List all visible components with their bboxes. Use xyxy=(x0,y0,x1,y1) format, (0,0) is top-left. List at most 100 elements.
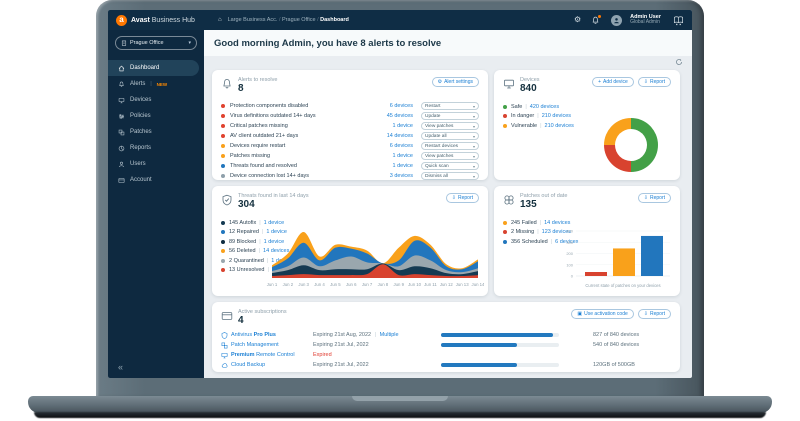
gear-icon: ⚙ xyxy=(438,80,442,85)
alert-devices-link[interactable]: 1 device xyxy=(393,123,414,129)
legend-separator: | xyxy=(259,248,260,254)
alert-action-label: Dismiss all xyxy=(425,174,448,179)
svg-text:Jun 1: Jun 1 xyxy=(267,282,278,287)
alert-devices-link[interactable]: 14 devices xyxy=(387,133,413,139)
subscription-row: Patch ManagementExpiring 21st Jul, 20225… xyxy=(221,340,671,350)
badge-separator: | xyxy=(150,81,151,87)
severity-icon xyxy=(221,134,225,138)
alert-devices-link[interactable]: 45 devices xyxy=(387,113,413,119)
alert-devices-link[interactable]: 6 devices xyxy=(390,103,413,109)
sidebar-item-label: Devices xyxy=(130,97,151,103)
alert-action-dropdown[interactable]: Restart▾ xyxy=(421,102,479,110)
alert-row: Patches missing1 deviceView patches▾ xyxy=(221,151,479,161)
subscription-progress-bar xyxy=(441,333,559,337)
use-activation-code-button[interactable]: ▣Use activation code xyxy=(571,309,633,319)
chevron-down-icon: ▾ xyxy=(188,40,191,46)
alert-label: Protection components disabled xyxy=(230,103,390,109)
alert-devices-link[interactable]: 3 devices xyxy=(390,173,413,179)
breadcrumb-item[interactable]: Dashboard xyxy=(320,17,349,23)
legend-label: 2 Quarantined xyxy=(229,258,264,264)
sidebar-item-dashboard[interactable]: Dashboard xyxy=(108,60,199,76)
building-icon xyxy=(121,40,127,46)
sidebar-item-users[interactable]: Users xyxy=(108,156,199,172)
notifications-bell-icon[interactable] xyxy=(591,16,600,25)
report-button[interactable]: ⇩Report xyxy=(638,77,671,87)
home-icon[interactable]: ⌂ xyxy=(218,17,222,23)
alert-devices-link[interactable]: 1 device xyxy=(393,163,414,169)
sidebar-item-reports[interactable]: Reports xyxy=(108,140,199,156)
collapse-sidebar-button[interactable]: « xyxy=(118,362,123,372)
legend-dot xyxy=(221,240,225,244)
sidebar-item-label: Dashboard xyxy=(130,65,159,71)
alert-label: Critical patches missing xyxy=(230,123,393,129)
subscription-progress-bar xyxy=(441,343,559,347)
org-selector[interactable]: Prague Office ▾ xyxy=(115,36,197,50)
svg-text:100: 100 xyxy=(566,262,573,267)
org-label: Prague Office xyxy=(130,40,164,46)
subscription-name-link[interactable]: Antivirus Pro Plus xyxy=(231,332,313,338)
notification-badge xyxy=(598,15,602,19)
subscription-card-icon xyxy=(221,310,233,322)
avast-logo-icon: a xyxy=(116,15,127,26)
legend-value-link[interactable]: 210 devices xyxy=(545,123,574,129)
alert-action-dropdown[interactable]: Quick scan▾ xyxy=(421,162,479,170)
user-role: Global Admin xyxy=(630,20,661,26)
legend-value-link[interactable]: 1 device xyxy=(264,220,285,226)
alert-action-dropdown[interactable]: Update▾ xyxy=(421,112,479,120)
sidebar-item-label: Account xyxy=(130,177,152,183)
alert-devices-link[interactable]: 6 devices xyxy=(390,143,413,149)
laptop-base-notch xyxy=(352,396,448,401)
subscription-name-link[interactable]: Cloud Backup xyxy=(231,362,313,368)
legend-separator: | xyxy=(259,220,260,226)
report-button[interactable]: ⇩Report xyxy=(638,309,671,319)
knowledge-base-icon[interactable] xyxy=(673,15,684,26)
alert-action-label: View patches xyxy=(425,124,453,129)
report-button[interactable]: ⇩Report xyxy=(446,193,479,203)
alert-action-dropdown[interactable]: View patches▾ xyxy=(421,152,479,160)
legend-dot xyxy=(503,221,507,225)
gear-icon[interactable]: ⚙ xyxy=(574,16,581,24)
alert-action-dropdown[interactable]: Dismiss all▾ xyxy=(421,172,479,180)
legend-separator: | xyxy=(540,123,541,129)
legend-value-link[interactable]: 420 devices xyxy=(530,104,559,110)
sidebar-item-devices[interactable]: Devices xyxy=(108,92,199,108)
user-menu[interactable]: Admin User Global Admin xyxy=(630,14,661,26)
policies-icon xyxy=(118,113,125,120)
sidebar-item-label: Patches xyxy=(130,129,152,135)
svg-text:Jun 8: Jun 8 xyxy=(378,282,389,287)
svg-text:Jun 13: Jun 13 xyxy=(456,282,470,287)
subscription-row: Premium Remote ControlExpired xyxy=(221,350,671,360)
breadcrumb-item[interactable]: Prague Office xyxy=(282,17,316,23)
patches-icon xyxy=(118,129,125,136)
chevron-down-icon: ▾ xyxy=(473,124,475,129)
sidebar-item-account[interactable]: Account xyxy=(108,172,199,188)
multiple-link[interactable]: Multiple xyxy=(380,332,399,338)
legend-value-link[interactable]: 210 devices xyxy=(542,113,571,119)
subscription-name-link[interactable]: Patch Management xyxy=(231,342,313,348)
alerts-icon xyxy=(118,81,125,88)
report-button[interactable]: ⇩Report xyxy=(638,193,671,203)
alert-action-dropdown[interactable]: View patches ▾ xyxy=(421,122,479,130)
legend-value-link[interactable]: 14 devices xyxy=(544,220,570,226)
alert-row: Protection components disabled6 devices R… xyxy=(221,101,479,111)
alert-action-dropdown[interactable]: Update all▾ xyxy=(421,132,479,140)
legend-dot xyxy=(221,249,225,253)
avatar[interactable] xyxy=(611,15,622,26)
add-device-button[interactable]: +Add device xyxy=(592,77,634,87)
subscription-name-link[interactable]: Premium Remote Control xyxy=(231,352,313,358)
alert-settings-button[interactable]: ⚙Alert settings xyxy=(432,77,479,87)
legend-dot xyxy=(221,268,225,272)
alert-label: Virus definitions outdated 14+ days xyxy=(230,113,387,119)
app-screen: a Avast Business Hub ⌂ Large Business Ac… xyxy=(108,10,692,378)
breadcrumb-item[interactable]: Large Business Acc. xyxy=(228,17,278,23)
alert-row: Threats found and resolved1 deviceQuick … xyxy=(221,161,479,171)
cloud-icon xyxy=(221,362,231,369)
sidebar-item-alerts[interactable]: Alerts|NEW xyxy=(108,76,199,92)
sidebar-item-policies[interactable]: Policies xyxy=(108,108,199,124)
alert-devices-link[interactable]: 1 device xyxy=(393,153,414,159)
sidebar-item-label: Alerts xyxy=(130,81,145,87)
refresh-icon[interactable] xyxy=(675,58,683,66)
sidebar-item-patches[interactable]: Patches xyxy=(108,124,199,140)
alert-action-dropdown[interactable]: Restart devices▾ xyxy=(421,142,479,150)
devices-donut-chart xyxy=(604,118,658,172)
